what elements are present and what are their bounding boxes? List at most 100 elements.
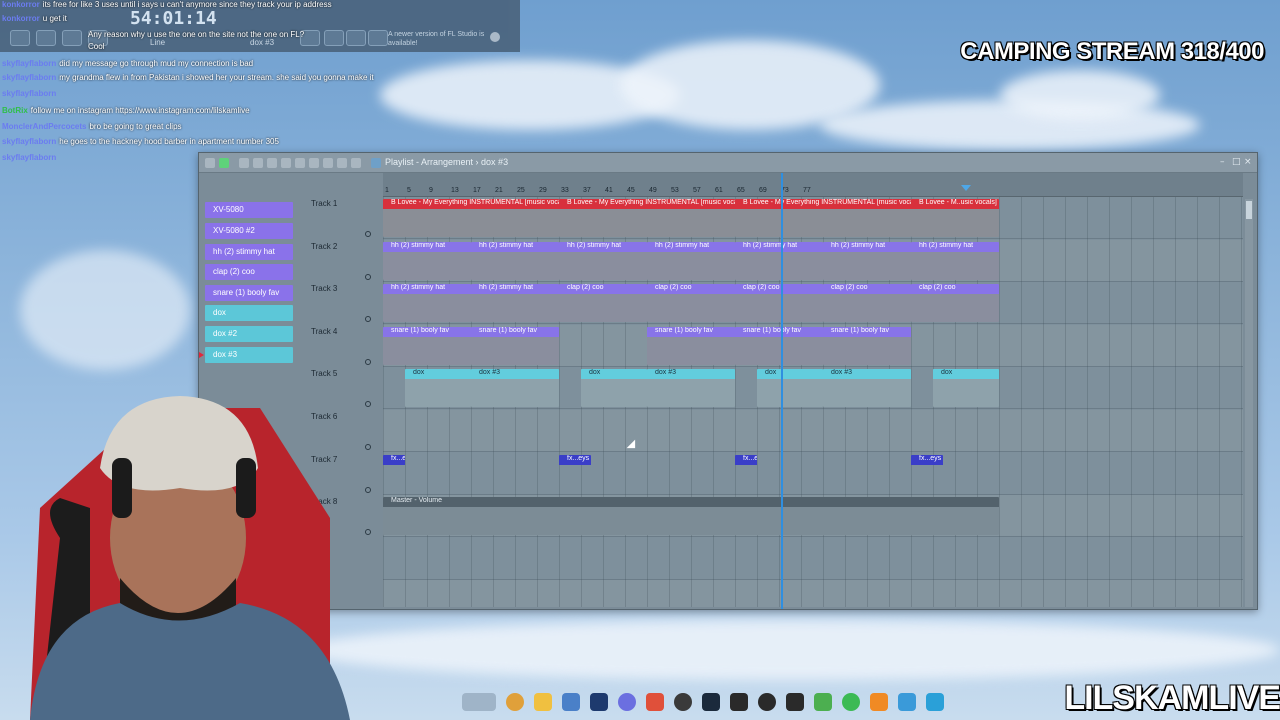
picker-item[interactable]: snare (1) booly fav — [205, 285, 293, 301]
browser-icon[interactable] — [368, 30, 388, 46]
app-icon[interactable] — [786, 693, 804, 711]
app-icon[interactable] — [842, 693, 860, 711]
track-enable-toggle[interactable] — [365, 358, 371, 365]
arrangement-clip[interactable]: fx...eys — [911, 454, 943, 493]
brave-icon[interactable] — [646, 693, 664, 711]
scrollbar-thumb[interactable] — [1246, 201, 1252, 219]
magnet-snap-icon[interactable] — [219, 158, 229, 168]
track-label[interactable]: Track 5 — [311, 369, 337, 378]
zoom-tool-icon[interactable] — [337, 158, 347, 168]
picker-item[interactable]: XV-5080 #2 — [205, 223, 293, 239]
arrangement-clip[interactable]: B Lovee - My Everything INSTRUMENTAL [mu… — [735, 199, 911, 237]
track-lane[interactable] — [383, 410, 1243, 452]
arrangement-clip[interactable]: clap (2) coo — [735, 284, 823, 323]
track-enable-toggle[interactable] — [365, 316, 371, 323]
arrangement-lanes[interactable]: B Lovee - My Everything INSTRUMENTAL [mu… — [383, 197, 1243, 607]
pattern-icon[interactable] — [371, 158, 381, 168]
arrangement-clip[interactable]: snare (1) booly fav — [471, 326, 559, 365]
picker-item-selected[interactable]: dox #3 — [199, 347, 293, 363]
chrome-icon[interactable] — [506, 693, 524, 711]
select-tool-icon[interactable] — [323, 158, 333, 168]
track-label[interactable]: Track 1 — [311, 199, 337, 208]
app-icon[interactable] — [814, 693, 832, 711]
play-button[interactable] — [36, 30, 56, 46]
app-icon[interactable] — [758, 693, 776, 711]
steam-icon[interactable] — [702, 693, 720, 711]
arrangement-clip[interactable]: hh (2) stimmy hat — [823, 241, 911, 280]
arrangement-clip[interactable]: dox #3 — [647, 369, 735, 408]
arrangement-clip[interactable]: hh (2) stimmy hat — [559, 241, 647, 280]
track-lane[interactable] — [383, 453, 1243, 495]
snap-mode-label[interactable]: Line — [150, 38, 165, 47]
app-icon[interactable] — [898, 693, 916, 711]
arrangement-clip[interactable]: clap (2) coo — [559, 284, 647, 323]
playlist-menu-icon[interactable] — [205, 158, 215, 168]
picker-item[interactable]: clap (2) coo — [205, 264, 293, 280]
folder-icon[interactable] — [534, 693, 552, 711]
arrangement-clip[interactable]: B Lovee - My Everything INSTRUMENTAL [mu… — [383, 199, 559, 237]
close-icon[interactable]: × — [1244, 158, 1253, 167]
arrangement-clip[interactable]: clap (2) coo — [911, 284, 999, 323]
record-button[interactable] — [10, 30, 30, 46]
arrangement-clip[interactable]: B Lovee - My Everything INSTRUMENTAL [mu… — [559, 199, 735, 237]
arrangement-clip[interactable]: snare (1) booly fav — [735, 326, 823, 365]
photoshop-icon[interactable] — [590, 693, 608, 711]
arrangement-clip[interactable]: dox — [757, 369, 823, 408]
fl-studio-icon[interactable] — [870, 693, 888, 711]
track-label[interactable]: Track 3 — [311, 284, 337, 293]
current-pattern-label[interactable]: dox #3 — [250, 38, 274, 47]
slice-tool-icon[interactable] — [309, 158, 319, 168]
track-lane[interactable] — [383, 538, 1243, 580]
delete-tool-icon[interactable] — [267, 158, 277, 168]
track-enable-toggle[interactable] — [365, 231, 371, 237]
track-label[interactable]: Track 4 — [311, 327, 337, 336]
arrangement-clip[interactable]: fx...eys — [559, 454, 591, 493]
track-label[interactable]: Track 2 — [311, 242, 337, 251]
arrangement-clip[interactable]: B Lovee - M..usic vocals] — [911, 199, 999, 237]
arrangement-clip[interactable]: hh (2) stimmy hat — [735, 241, 823, 280]
arrangement-clip[interactable]: clap (2) coo — [823, 284, 911, 323]
arrangement-clip[interactable]: dox — [405, 369, 471, 408]
slip-tool-icon[interactable] — [295, 158, 305, 168]
arrangement-clip[interactable]: hh (2) stimmy hat — [383, 284, 471, 323]
playhead-line[interactable] — [781, 173, 783, 609]
arrangement-clip[interactable]: Master - Volume — [383, 497, 999, 536]
paint-tool-icon[interactable] — [253, 158, 263, 168]
picker-item[interactable]: XV-5080 — [205, 202, 293, 218]
app-icon[interactable] — [674, 693, 692, 711]
playback-tool-icon[interactable] — [351, 158, 361, 168]
arrangement-clip[interactable]: hh (2) stimmy hat — [911, 241, 999, 280]
arrangement-clip[interactable]: dox — [933, 369, 999, 408]
app-icon[interactable] — [926, 693, 944, 711]
maximize-icon[interactable]: □ — [1232, 158, 1241, 167]
arrangement-clip[interactable]: snare (1) booly fav — [823, 326, 911, 365]
arrangement-clip[interactable]: clap (2) coo — [647, 284, 735, 323]
mute-tool-icon[interactable] — [281, 158, 291, 168]
arrangement-clip[interactable]: hh (2) stimmy hat — [471, 284, 559, 323]
update-notice[interactable]: A newer version of FL Studio is availabl… — [388, 30, 500, 50]
playlist-titlebar[interactable]: Playlist - Arrangement › dox #3 – □ × — [199, 153, 1257, 173]
arrangement-clip[interactable]: dox #3 — [471, 369, 559, 408]
arrangement-clip[interactable]: dox #3 — [823, 369, 911, 408]
arrangement-clip[interactable]: hh (2) stimmy hat — [471, 241, 559, 280]
arrangement-clip[interactable]: dox — [581, 369, 647, 408]
picker-item[interactable]: hh (2) stimmy hat — [205, 244, 293, 260]
discord-icon[interactable] — [618, 693, 636, 711]
picker-item[interactable]: dox #2 — [205, 326, 293, 342]
arrangement-clip[interactable]: hh (2) stimmy hat — [647, 241, 735, 280]
playhead-marker-icon[interactable] — [961, 185, 971, 191]
taskbar-app-icon[interactable] — [462, 693, 496, 711]
minimize-icon[interactable]: – — [1220, 158, 1229, 167]
close-icon[interactable] — [490, 32, 500, 42]
calculator-icon[interactable] — [562, 693, 580, 711]
arrangement-clip[interactable]: hh (2) stimmy hat — [383, 241, 471, 280]
vertical-scrollbar[interactable] — [1245, 199, 1253, 607]
track-lane[interactable] — [383, 580, 1243, 607]
arrangement-clip[interactable]: snare (1) booly fav — [647, 326, 735, 365]
arrangement-clip[interactable]: fx...eys — [735, 454, 757, 493]
arrangement-clip[interactable]: snare (1) booly fav — [383, 326, 471, 365]
picker-item[interactable]: dox — [205, 305, 293, 321]
timeline-ruler[interactable]: 1 5 9 13 17 21 25 29 33 37 41 45 49 53 57 61 65 69 73 77 — [383, 173, 1243, 197]
stop-button[interactable] — [62, 30, 82, 46]
app-icon[interactable] — [730, 693, 748, 711]
